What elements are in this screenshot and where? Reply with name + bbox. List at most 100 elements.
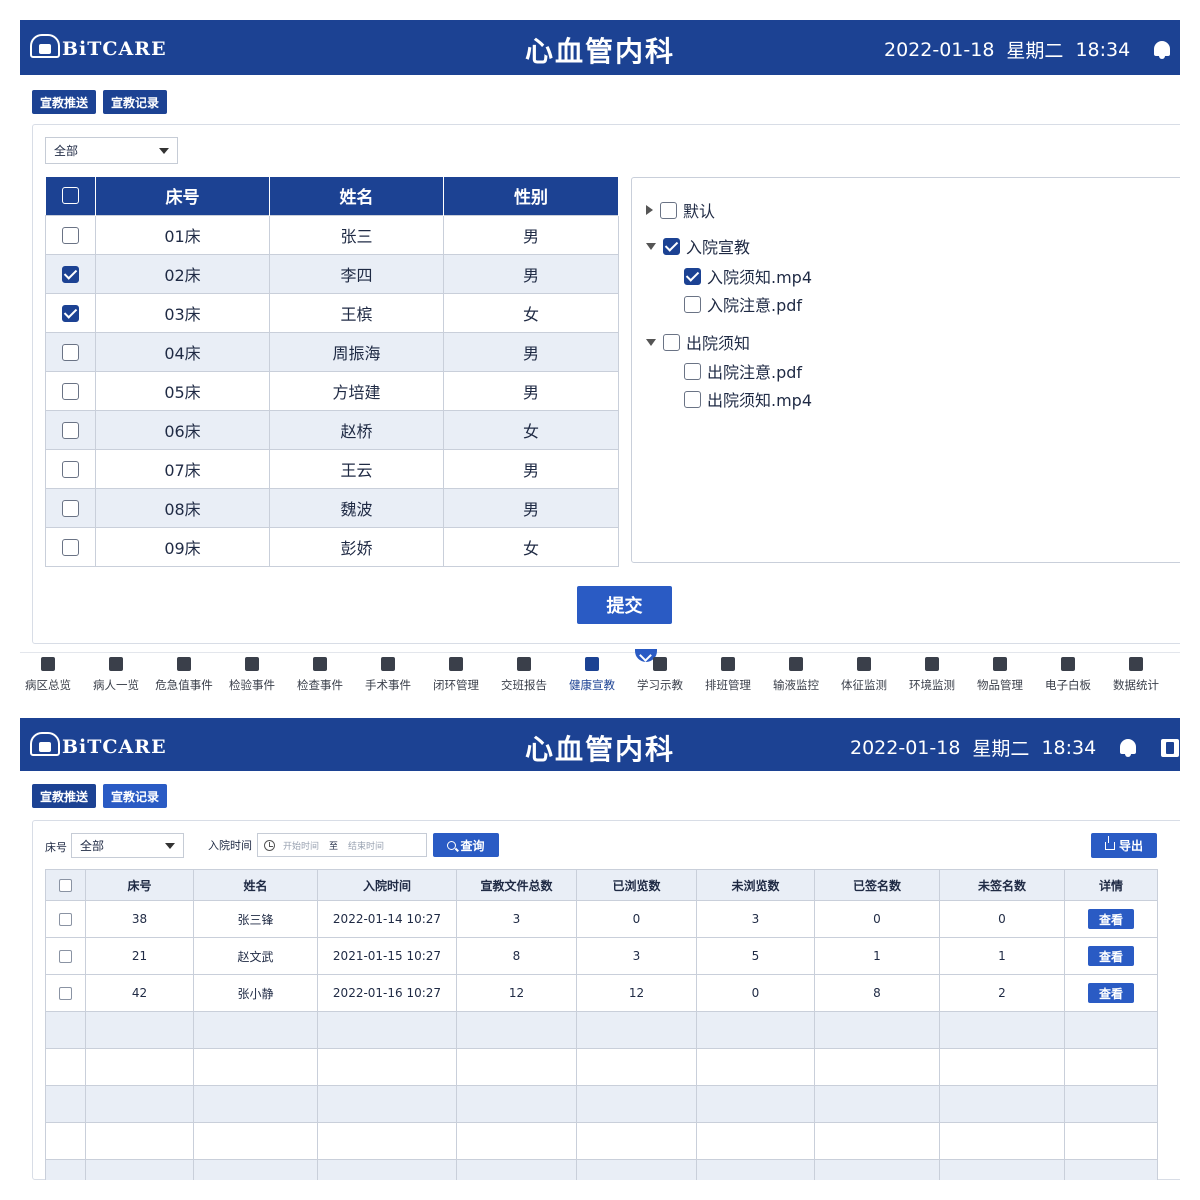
nav-item-4[interactable]: 检查事件	[286, 657, 354, 693]
nav-icon	[177, 657, 191, 671]
start-date-input[interactable]: 开始时间	[283, 839, 319, 852]
tree-checkbox-admission[interactable]	[663, 237, 680, 255]
tree-file-admission-notice[interactable]: 入院须知.mp4	[684, 264, 812, 288]
row-checkbox[interactable]	[62, 266, 79, 283]
bed-filter-label: 床号	[45, 841, 67, 854]
viewed-cell: 12	[576, 974, 697, 1012]
bed-cell: 04床	[95, 331, 270, 372]
nav-item-8[interactable]: 健康宣教	[558, 657, 626, 693]
caret-right-icon[interactable]	[646, 205, 653, 215]
nav-item-13[interactable]: 环境监测	[898, 657, 966, 693]
table-row[interactable]: 21 赵文武 2021-01-15 10:27 8 3 5 1 1 查看	[45, 937, 1158, 975]
nav-item-12[interactable]: 体征监测	[830, 657, 898, 693]
select-all-checkbox[interactable]	[61, 187, 79, 205]
row-checkbox[interactable]	[62, 539, 79, 556]
caret-down-icon[interactable]	[646, 338, 656, 346]
tree-file-discharge-notice[interactable]: 出院须知.mp4	[684, 387, 812, 411]
tab-push[interactable]: 宣教推送	[32, 784, 97, 808]
table-row[interactable]: 09床 彭娇女	[45, 526, 619, 567]
caret-down-icon[interactable]	[646, 242, 656, 250]
gender-cell: 男	[443, 487, 619, 528]
row-checkbox[interactable]	[62, 500, 79, 517]
bed-filter-select[interactable]: 全部	[71, 833, 184, 858]
tab-push[interactable]: 宣教推送	[32, 90, 97, 114]
ward-filter-select[interactable]: 全部	[45, 137, 178, 164]
view-button[interactable]: 查看	[1088, 983, 1134, 1003]
query-button[interactable]: 查询	[433, 833, 499, 857]
row-checkbox-cell	[45, 974, 86, 1012]
nav-item-11[interactable]: 输液监控	[762, 657, 830, 693]
nav-item-9[interactable]: 学习示教	[626, 657, 694, 693]
empty-cell	[1064, 1011, 1158, 1049]
nav-item-1[interactable]: 病人一览	[82, 657, 150, 693]
view-button[interactable]: 查看	[1088, 909, 1134, 929]
bell-icon[interactable]	[1118, 738, 1138, 758]
tree-checkbox-discharge[interactable]	[663, 333, 680, 351]
tab-records[interactable]: 宣教记录	[103, 90, 168, 114]
table-row[interactable]: 42 张小静 2022-01-16 10:27 12 12 0 8 2 查看	[45, 974, 1158, 1012]
row-checkbox[interactable]	[59, 913, 72, 926]
bed-cell: 42	[85, 974, 194, 1012]
table-row[interactable]: 06床 赵桥女	[45, 409, 619, 450]
nav-item-6[interactable]: 闭环管理	[422, 657, 490, 693]
submit-button[interactable]: 提交	[577, 586, 672, 624]
logo-text: BiTCARE	[62, 736, 167, 758]
table-row[interactable]: 07床 王云男	[45, 448, 619, 489]
bed-cell: 02床	[95, 253, 270, 294]
table-row[interactable]: 02床 李四男	[45, 253, 619, 294]
table-row[interactable]: 05床 方培建男	[45, 370, 619, 411]
name-cell: 魏波	[269, 487, 444, 528]
nav-item-3[interactable]: 检验事件	[218, 657, 286, 693]
row-checkbox[interactable]	[62, 422, 79, 439]
chevron-down-icon	[159, 147, 169, 154]
row-checkbox-cell	[45, 409, 96, 450]
tree-checkbox-file[interactable]	[684, 362, 701, 380]
nav-item-2[interactable]: 危急值事件	[150, 657, 218, 693]
header-signed: 已签名数	[814, 869, 940, 901]
gender-cell: 女	[443, 409, 619, 450]
row-checkbox[interactable]	[62, 227, 79, 244]
tree-file-discharge-attention[interactable]: 出院注意.pdf	[684, 359, 802, 383]
tree-file-label: 出院注意.pdf	[707, 363, 803, 382]
date-range-picker[interactable]: 开始时间 至 结束时间	[257, 833, 427, 857]
gender-cell: 男	[443, 253, 619, 294]
row-checkbox[interactable]	[62, 305, 79, 322]
nav-item-16[interactable]: 数据统计	[1102, 657, 1170, 693]
tree-checkbox-file[interactable]	[684, 295, 701, 313]
row-checkbox[interactable]	[62, 383, 79, 400]
tree-file-admission-attention[interactable]: 入院注意.pdf	[684, 292, 802, 316]
row-checkbox[interactable]	[59, 950, 72, 963]
table-row[interactable]: 08床 魏波男	[45, 487, 619, 528]
empty-cell	[939, 1122, 1065, 1160]
tree-node-admission[interactable]: 入院宣教	[646, 234, 750, 258]
header-bed: 床号	[85, 869, 194, 901]
bell-icon[interactable]	[1152, 40, 1172, 60]
nav-item-15[interactable]: 电子白板	[1034, 657, 1102, 693]
row-checkbox[interactable]	[62, 461, 79, 478]
select-all-checkbox[interactable]	[59, 879, 72, 892]
tree-checkbox-default[interactable]	[660, 201, 677, 219]
table-row[interactable]: 01床 张三男	[45, 214, 619, 255]
nav-item-14[interactable]: 物品管理	[966, 657, 1034, 693]
export-button[interactable]: 导出	[1091, 833, 1157, 858]
tree-checkbox-file[interactable]	[684, 267, 701, 285]
row-checkbox[interactable]	[62, 344, 79, 361]
table-row[interactable]: 04床 周振海男	[45, 331, 619, 372]
table-row[interactable]: 38 张三锋 2022-01-14 10:27 3 0 3 0 0 查看	[45, 900, 1158, 938]
tree-node-default[interactable]: 默认	[646, 198, 715, 222]
end-date-input[interactable]: 结束时间	[348, 839, 384, 852]
nav-item-0[interactable]: 病区总览	[20, 657, 82, 693]
contact-icon[interactable]	[1160, 738, 1180, 758]
tree-checkbox-file[interactable]	[684, 390, 701, 408]
view-button[interactable]: 查看	[1088, 946, 1134, 966]
header-time: 18:34	[1041, 736, 1097, 759]
table-row[interactable]: 03床 王槟女	[45, 292, 619, 333]
tree-node-discharge[interactable]: 出院须知	[646, 330, 750, 354]
row-checkbox[interactable]	[59, 987, 72, 1000]
nav-item-10[interactable]: 排班管理	[694, 657, 762, 693]
nav-item-7[interactable]: 交班报告	[490, 657, 558, 693]
tab-records[interactable]: 宣教记录	[103, 784, 168, 808]
nav-icon	[381, 657, 395, 671]
unsigned-cell: 1	[939, 937, 1065, 975]
nav-item-5[interactable]: 手术事件	[354, 657, 422, 693]
